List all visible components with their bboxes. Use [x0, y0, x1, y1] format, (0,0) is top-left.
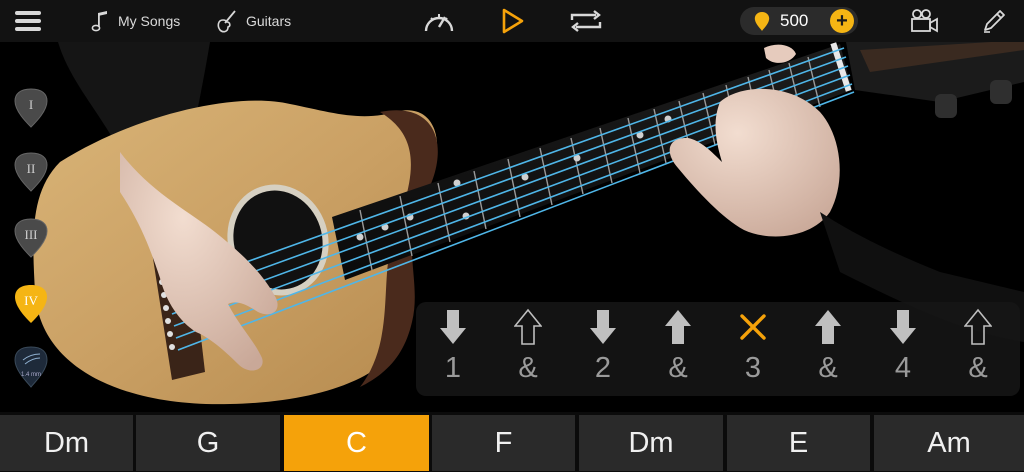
menu-button[interactable] [14, 0, 44, 42]
my-songs-button[interactable]: My Songs [90, 0, 180, 42]
chord-progression-bar: Dm G C F Dm E Am [0, 412, 1024, 472]
strum-pattern-panel: 1 & 2 & 3 & 4 & [416, 302, 1020, 396]
strum-beat-4[interactable]: 4 [873, 306, 933, 385]
guitars-button[interactable]: Guitars [216, 0, 291, 42]
beat-count: 3 [744, 352, 762, 384]
my-songs-label: My Songs [118, 13, 181, 29]
coin-balance[interactable]: 500 + [740, 7, 858, 35]
beat-count: 4 [894, 352, 912, 384]
coin-icon [754, 12, 770, 31]
pick-thickness-button[interactable]: 1.4 mm [14, 346, 48, 388]
pick-2-label: II [26, 161, 36, 176]
play-button[interactable] [500, 0, 526, 42]
strum-beat-2[interactable]: 2 [573, 306, 633, 385]
pencil-icon [984, 10, 1005, 33]
arrow-up-outline-icon [514, 308, 542, 345]
chord-button[interactable]: Am [874, 415, 1024, 471]
video-button[interactable] [908, 0, 940, 42]
pick-3-label: III [24, 227, 38, 242]
pick-4-button[interactable]: IV [14, 284, 48, 324]
beat-count: & [668, 352, 688, 384]
strum-beat-4-and[interactable]: & [948, 306, 1008, 385]
top-bar: My Songs Guitars 500 + [0, 0, 1024, 42]
mute-x-icon [740, 314, 766, 340]
guitar-pick-icon [14, 346, 48, 388]
pick-1-button[interactable]: I [14, 88, 48, 128]
chord-button[interactable]: Dm [0, 415, 133, 471]
repeat-icon [570, 10, 602, 32]
beat-count: & [968, 352, 988, 384]
add-coins-button[interactable]: + [830, 9, 854, 33]
pick-thickness-label: 1.4 mm [20, 372, 41, 378]
speedometer-icon [424, 14, 454, 32]
beat-count: 2 [594, 352, 612, 384]
hamburger-icon [15, 11, 41, 31]
strum-beat-2-and[interactable]: & [648, 306, 708, 385]
strum-beat-3[interactable]: 3 [723, 306, 783, 385]
chord-button[interactable]: Dm [579, 415, 723, 471]
play-icon [502, 8, 524, 34]
beat-count: & [518, 352, 538, 384]
arrow-up-icon [665, 310, 691, 344]
chord-button[interactable]: F [432, 415, 575, 471]
arrow-down-icon [890, 310, 916, 344]
strum-beat-1[interactable]: 1 [423, 306, 483, 385]
arrow-up-icon [815, 310, 841, 344]
music-note-icon [91, 11, 107, 32]
arrow-up-outline-icon [964, 308, 992, 345]
guitar-icon [217, 10, 236, 33]
pick-3-button[interactable]: III [14, 218, 48, 258]
beat-count: 1 [444, 352, 462, 384]
pick-1-label: I [28, 97, 34, 112]
chord-button-active[interactable]: C [284, 415, 429, 471]
pick-4-label: IV [24, 293, 38, 308]
edit-button[interactable] [980, 0, 1008, 42]
chord-button[interactable]: G [136, 415, 280, 471]
video-camera-icon [911, 9, 938, 33]
strum-beat-3-and[interactable]: & [798, 306, 858, 385]
beat-count: & [818, 352, 838, 384]
coin-count: 500 [780, 11, 809, 30]
arrow-down-icon [590, 310, 616, 344]
strum-beat-1-and[interactable]: & [498, 306, 558, 385]
guitars-label: Guitars [246, 13, 292, 29]
arrow-down-icon [440, 310, 466, 344]
tempo-button[interactable] [422, 0, 456, 42]
pick-2-button[interactable]: II [14, 152, 48, 192]
loop-button[interactable] [568, 0, 604, 42]
chord-button[interactable]: E [727, 415, 870, 471]
